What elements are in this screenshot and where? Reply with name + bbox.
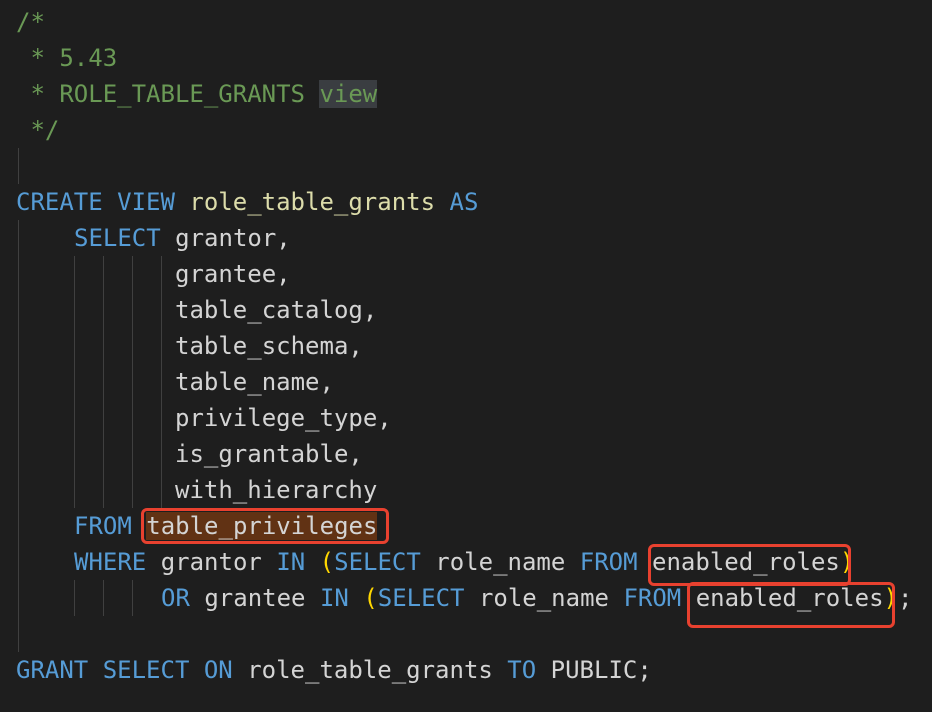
code-line-create: CREATE VIEW role_table_grants AS xyxy=(16,184,478,220)
bracket: ( xyxy=(319,548,335,576)
code-line-from: FROM table_privileges xyxy=(74,508,378,544)
indent-guide xyxy=(132,256,133,508)
code-line-where: WHERE grantor IN (SELECT role_name FROM … xyxy=(74,544,854,580)
selected-word: view xyxy=(319,80,378,108)
bracket: ) xyxy=(839,548,855,576)
view-name: role_table_grants xyxy=(189,188,436,216)
indent-guide xyxy=(74,580,75,616)
table-name: table_privileges xyxy=(146,512,378,540)
code-line-column: with_hierarchy xyxy=(175,472,377,508)
code-line-column: table_schema, xyxy=(175,328,363,364)
code-line-4: */ xyxy=(16,112,59,148)
code-line-3: * ROLE_TABLE_GRANTS view xyxy=(16,76,378,112)
code-line-column: table_catalog, xyxy=(175,292,377,328)
keyword: OR xyxy=(161,584,190,612)
indent-guide xyxy=(18,148,19,184)
indent-guide xyxy=(103,580,104,616)
column: grantee, xyxy=(175,260,291,288)
keyword: SELECT xyxy=(377,584,465,612)
keyword: FROM xyxy=(74,512,132,540)
column: table_name, xyxy=(175,368,334,396)
view-name: role_table_grants xyxy=(247,656,493,684)
code-line-column: is_grantable, xyxy=(175,436,363,472)
keyword: IN xyxy=(276,548,306,576)
code-line-column: privilege_type, xyxy=(175,400,392,436)
table-name: enabled_roles xyxy=(695,584,884,612)
code-line-column: table_name, xyxy=(175,364,334,400)
keyword: TO xyxy=(507,656,537,684)
column: role_name xyxy=(435,548,566,576)
indent-guide xyxy=(132,580,133,616)
code-line-1: /* xyxy=(16,4,45,40)
table-name: enabled_roles xyxy=(652,548,840,576)
column: table_catalog, xyxy=(175,296,378,324)
code-line-2: * 5.43 xyxy=(16,40,117,76)
comment-open: /* xyxy=(16,8,45,36)
column: role_name xyxy=(478,584,609,612)
indent-guide xyxy=(18,220,19,652)
bracket: ) xyxy=(883,584,898,612)
keyword: GRANT SELECT ON xyxy=(16,656,233,684)
semicolon: ; xyxy=(897,584,913,612)
keyword: FROM xyxy=(579,548,638,576)
keyword: SELECT xyxy=(74,224,161,252)
column: grantee xyxy=(204,584,306,612)
code-line-grant: GRANT SELECT ON role_table_grants TO PUB… xyxy=(16,652,652,688)
indent-guide xyxy=(103,256,104,508)
code-line-select: SELECT grantor, xyxy=(74,220,291,256)
keyword: IN xyxy=(319,584,349,612)
keyword: AS xyxy=(449,188,479,216)
indent-guide xyxy=(74,256,75,508)
column: table_schema, xyxy=(175,332,363,360)
column: with_hierarchy xyxy=(175,476,378,504)
role-name: PUBLIC; xyxy=(550,656,652,684)
indent-guide xyxy=(161,256,162,508)
comment-text: * ROLE_TABLE_GRANTS xyxy=(16,80,320,108)
column: privilege_type, xyxy=(175,404,392,432)
bracket: ( xyxy=(363,584,378,612)
keyword: WHERE xyxy=(74,548,147,576)
comment-close: */ xyxy=(16,116,60,144)
column: is_grantable, xyxy=(175,440,363,468)
keyword: FROM xyxy=(623,584,682,612)
code-line-column: grantee, xyxy=(175,256,291,292)
code-line-or: OR grantee IN (SELECT role_name FROM ena… xyxy=(161,580,912,616)
column: grantor, xyxy=(175,224,291,252)
code-editor[interactable]: /* * 5.43 * ROLE_TABLE_GRANTS view */ CR… xyxy=(0,0,932,712)
keyword: SELECT xyxy=(334,548,421,576)
column: grantor xyxy=(160,548,262,576)
keyword: CREATE VIEW xyxy=(16,188,175,216)
comment-text: * 5.43 xyxy=(16,44,118,72)
